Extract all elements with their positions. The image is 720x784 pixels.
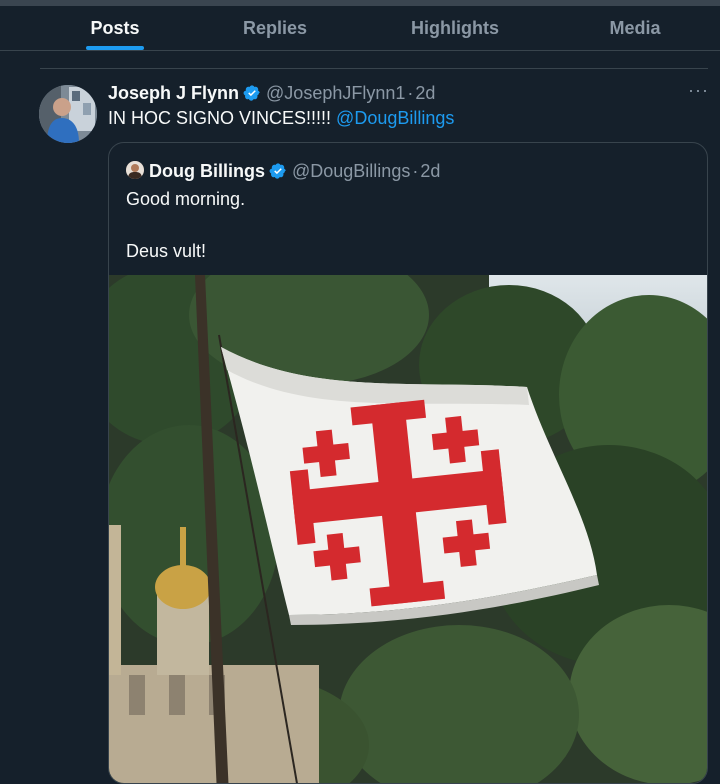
tweet-header: Joseph J Flynn @JosephJFlynn1 · 2d <box>108 80 435 106</box>
author-handle[interactable]: @JosephJFlynn1 <box>266 83 405 104</box>
tab-replies[interactable]: Replies <box>230 6 320 50</box>
timestamp[interactable]: 2d <box>415 83 435 104</box>
quoted-tweet[interactable]: Doug Billings @DougBillings · 2d Good mo… <box>108 142 708 784</box>
quoted-avatar[interactable] <box>126 161 144 179</box>
quoted-author-name[interactable]: Doug Billings <box>149 161 265 182</box>
author-name[interactable]: Joseph J Flynn <box>108 83 239 104</box>
tab-posts-label: Posts <box>90 17 140 38</box>
divider <box>40 68 708 69</box>
quoted-timestamp[interactable]: 2d <box>420 161 440 182</box>
tab-replies-label: Replies <box>242 17 308 38</box>
tab-posts[interactable]: Posts <box>0 6 230 50</box>
quoted-text-line-1: Good morning. <box>126 189 246 209</box>
quoted-header: Doug Billings @DougBillings · 2d <box>149 158 440 184</box>
tweet-text: IN HOC SIGNO VINCES!!!!! @DougBillings <box>108 108 454 129</box>
tab-highlights-label: Highlights <box>411 17 499 38</box>
jerusalem-cross-flag-photo[interactable] <box>109 275 707 784</box>
tab-highlights[interactable]: Highlights <box>320 6 590 50</box>
verified-badge-icon <box>243 85 260 101</box>
mention-link[interactable]: @DougBillings <box>336 108 454 128</box>
quoted-text-line-2: Deus vult! <box>126 241 207 261</box>
separator-dot: · <box>407 82 414 103</box>
avatar[interactable] <box>39 85 97 143</box>
tweet-body: IN HOC SIGNO VINCES!!!!! <box>108 108 337 128</box>
verified-badge-icon <box>269 163 286 179</box>
quoted-handle[interactable]: @DougBillings <box>292 161 410 182</box>
tab-media-label: Media <box>609 17 661 38</box>
separator-dot: · <box>412 160 419 181</box>
tab-media[interactable]: Media <box>590 6 680 50</box>
active-tab-indicator <box>86 46 144 50</box>
profile-tabs: Posts Replies Highlights Media <box>0 6 720 51</box>
more-options-icon[interactable]: ··· <box>688 80 709 101</box>
